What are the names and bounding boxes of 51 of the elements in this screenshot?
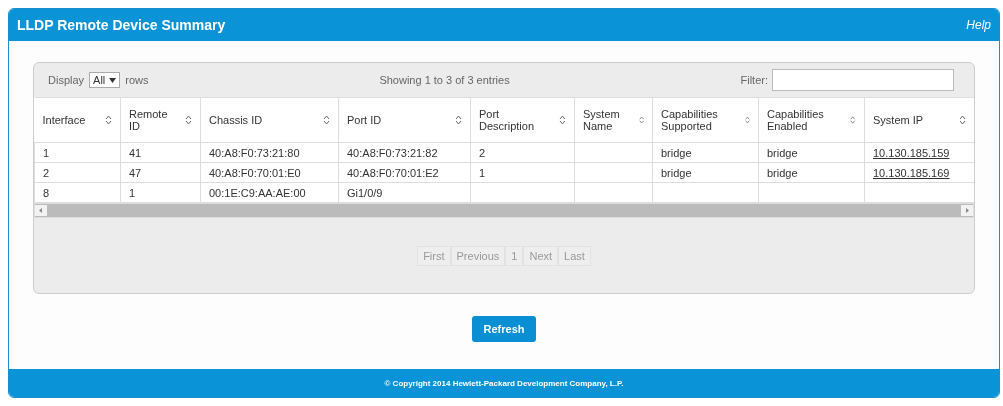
table-cell: 1 xyxy=(120,182,201,203)
scroll-left-icon[interactable] xyxy=(35,205,47,216)
table-cell: 1 xyxy=(34,142,121,163)
sort-icon xyxy=(959,115,966,125)
column-header[interactable]: Chassis ID xyxy=(200,97,339,143)
caret-icon xyxy=(109,77,117,83)
entries-info: Showing 1 to 3 of 3 entries xyxy=(378,74,511,86)
panel-title: LLDP Remote Device Summary xyxy=(17,17,226,33)
system-ip-link[interactable]: 10.130.185.169 xyxy=(873,166,950,179)
table-cell: 40:A8:F0:73:21:82 xyxy=(338,142,471,163)
table-cell: 2 xyxy=(470,142,575,163)
table-cell: 40:A8:F0:73:21:80 xyxy=(200,142,339,163)
column-header[interactable]: Capabilities Supported xyxy=(652,97,759,143)
sort-icon xyxy=(105,115,112,125)
filter-field[interactable] xyxy=(772,69,954,91)
column-header[interactable]: Remote ID xyxy=(120,97,201,143)
table-cell: bridge xyxy=(758,142,865,163)
table-cell: 8 xyxy=(34,182,121,203)
copyright-text: © Copyright 2014 Hewlett-Packard Development Company, L.P. xyxy=(384,378,624,388)
column-header[interactable]: Capabilities Enabled xyxy=(758,97,865,143)
table-cell: 00:1E:C9:AA:AE:00 xyxy=(200,182,339,203)
table-cell: Gi1/0/9 xyxy=(338,182,471,203)
rows-select[interactable]: All xyxy=(89,72,121,88)
column-header[interactable]: System IP xyxy=(864,97,974,143)
sort-icon xyxy=(850,115,856,125)
sort-icon xyxy=(185,115,192,125)
table-cell: bridge xyxy=(652,162,759,183)
sort-icon xyxy=(744,115,750,125)
table-cell: 47 xyxy=(120,162,201,183)
table-cell: bridge xyxy=(652,142,759,163)
column-header[interactable]: Port Description xyxy=(470,97,575,143)
table-cell: 40:A8:F0:70:01:E2 xyxy=(338,162,471,183)
sort-icon xyxy=(455,115,462,125)
refresh-button[interactable]: Refresh xyxy=(471,316,537,342)
filter-label: Filter: xyxy=(740,74,768,86)
table-cell: 41 xyxy=(120,142,201,163)
sort-icon xyxy=(559,115,566,125)
scroll-right-icon[interactable] xyxy=(961,205,973,216)
horizontal-scrollbar[interactable] xyxy=(34,203,974,218)
column-header[interactable]: Interface xyxy=(34,97,121,143)
system-ip-link[interactable]: 10.130.185.159 xyxy=(873,146,950,159)
rows-label: rows xyxy=(125,74,149,86)
table-cell: 1 xyxy=(470,162,575,183)
display-label: Display xyxy=(48,74,85,86)
column-header[interactable]: System Name xyxy=(574,97,653,143)
table-cell: 40:A8:F0:70:01:E0 xyxy=(200,162,339,183)
sort-icon xyxy=(638,115,644,125)
table-cell: bridge xyxy=(758,162,865,183)
column-header[interactable]: Port ID xyxy=(338,97,471,143)
sort-icon xyxy=(323,115,330,125)
table-cell: 2 xyxy=(34,162,121,183)
